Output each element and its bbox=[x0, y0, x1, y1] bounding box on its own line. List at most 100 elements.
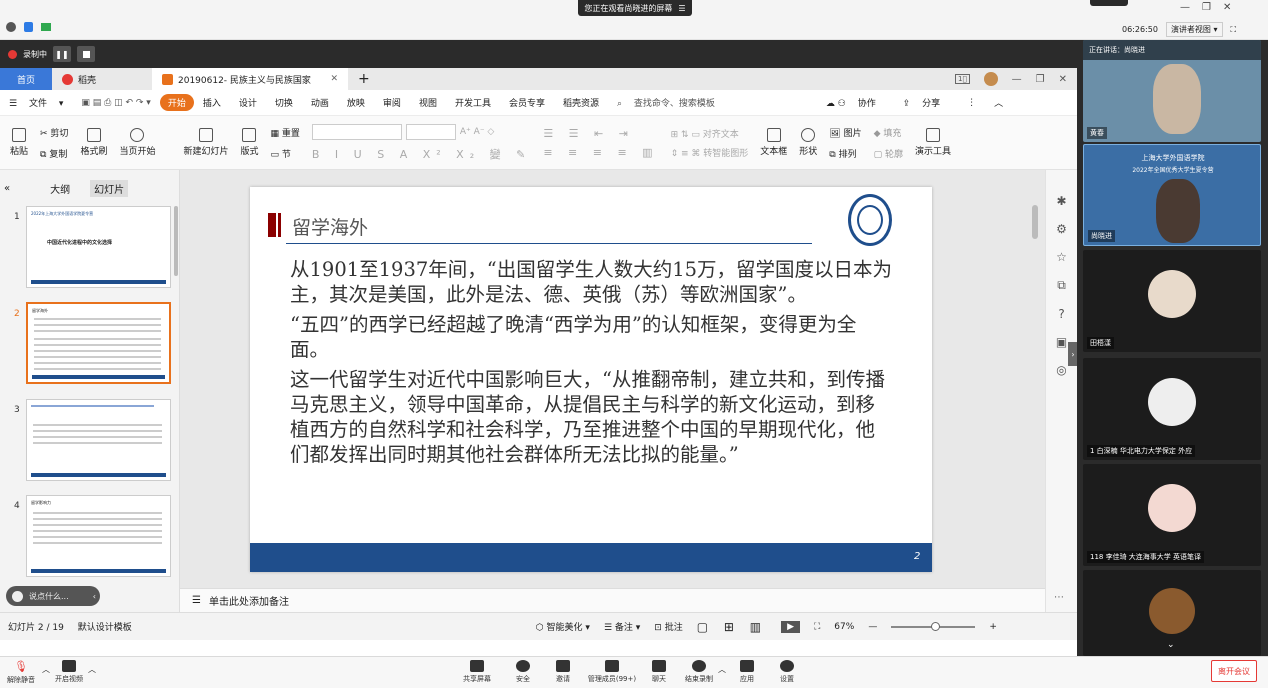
fullscreen-icon[interactable]: ⛶ bbox=[1231, 25, 1237, 35]
menu-developer[interactable]: 开发工具 bbox=[446, 96, 500, 109]
tab-docer[interactable]: 稻壳 bbox=[52, 68, 152, 90]
slide-thumb-2[interactable]: 留学海外 bbox=[26, 302, 171, 384]
info-icon[interactable] bbox=[6, 22, 16, 32]
font-style-buttons[interactable]: B I U S A X² X₂ 變 ✎ bbox=[312, 146, 531, 162]
more-icon[interactable]: ⋮ bbox=[958, 98, 985, 108]
menu-start[interactable]: 开始 bbox=[159, 94, 194, 111]
comment-input[interactable]: 说点什么... ‹ bbox=[6, 586, 100, 606]
video-tile-participant[interactable]: 118 李佳琦 大连海事大学 英语笔译 bbox=[1083, 464, 1261, 566]
shape-button[interactable]: 形状 bbox=[793, 128, 823, 157]
wps-restore-icon[interactable]: ❐ bbox=[1036, 74, 1045, 85]
slide-title[interactable]: 留学海外 bbox=[292, 213, 368, 240]
backup-icon[interactable]: ◎ bbox=[1056, 363, 1066, 377]
start-video-button[interactable]: 开启视频 bbox=[46, 660, 92, 684]
section-button[interactable]: ▭ 节 bbox=[271, 147, 291, 160]
menu-vip[interactable]: 会员专享 bbox=[500, 96, 554, 109]
beautify-button[interactable]: ⬡ 智能美化 ▾ bbox=[536, 620, 590, 633]
animation-icon[interactable]: ☆ bbox=[1056, 250, 1067, 264]
manage-members-button[interactable]: 管理成员(99+) bbox=[586, 660, 638, 684]
tab-outline[interactable]: 大纲 bbox=[50, 181, 70, 196]
zoom-out-button[interactable]: — bbox=[868, 622, 877, 632]
menu-view[interactable]: 视图 bbox=[410, 96, 446, 109]
collapse-pane-icon[interactable]: « bbox=[4, 183, 10, 194]
menu-slideshow[interactable]: 放映 bbox=[338, 96, 374, 109]
close-icon[interactable]: ✕ bbox=[1223, 2, 1231, 13]
video-tile-participant[interactable]: 田梧漾 bbox=[1083, 250, 1261, 352]
font-size-icons[interactable]: A⁺ A⁻ ◇ bbox=[460, 127, 494, 137]
format-painter-button[interactable]: 格式刷 bbox=[74, 128, 113, 157]
canvas-scrollbar[interactable] bbox=[1032, 205, 1038, 239]
slide-paragraph-1[interactable]: 从1901至1937年间，“出国留学生人数大约15万，留学国度以日本为主，其次是… bbox=[290, 257, 894, 307]
align-buttons[interactable]: ≡ ≡ ≡ ≡ ▥ bbox=[543, 146, 658, 159]
settings-button[interactable]: 设置 bbox=[764, 660, 810, 684]
layout-icon[interactable]: 1⃣ bbox=[954, 74, 970, 84]
video-options-icon[interactable]: ︿ bbox=[88, 664, 96, 675]
menu-review[interactable]: 审阅 bbox=[374, 96, 410, 109]
play-slideshow-button[interactable]: ▶ bbox=[781, 620, 800, 633]
notes-area[interactable]: ☰ 单击此处添加备注 bbox=[180, 588, 1045, 612]
view-mode-button[interactable]: 演讲者视图 ▾ bbox=[1165, 22, 1223, 37]
video-tile-participant[interactable]: 1 白深楠 华北电力大学保定 外应 bbox=[1083, 358, 1261, 460]
video-tile-host[interactable]: 上海大学外国语学院 2022年全国优秀大学生夏令营 尚晓进 bbox=[1083, 144, 1261, 246]
video-tile-participant[interactable]: ⌄ bbox=[1083, 570, 1261, 656]
tab-slides[interactable]: 幻灯片 bbox=[90, 180, 129, 197]
help-icon[interactable]: ? bbox=[1058, 307, 1064, 321]
close-tab-icon[interactable]: ✕ bbox=[330, 74, 338, 84]
search-command[interactable]: ⌕ 查找命令、搜索模板 bbox=[608, 96, 733, 109]
cut-button[interactable]: ✂ 剪切 bbox=[40, 126, 68, 139]
align-text-button[interactable]: ⊞ ⇅ ▭ 对齐文本 bbox=[671, 127, 739, 140]
new-slide-button[interactable]: 新建幻灯片 bbox=[177, 128, 234, 157]
menu-design[interactable]: 设计 bbox=[230, 96, 266, 109]
image-icon[interactable]: ▣ bbox=[1056, 335, 1067, 349]
slide-paragraph-2[interactable]: “五四”的西学已经超越了晚清“西学为用”的认知框架，变得更为全面。 bbox=[290, 312, 894, 362]
wps-close-icon[interactable]: ✕ bbox=[1059, 74, 1067, 85]
zoom-in-button[interactable]: + bbox=[989, 622, 997, 632]
menu-transition[interactable]: 切换 bbox=[266, 96, 302, 109]
menu-animation[interactable]: 动画 bbox=[302, 96, 338, 109]
paste-button[interactable]: 粘贴 bbox=[0, 128, 34, 157]
emoji-icon[interactable] bbox=[12, 590, 23, 602]
smart-art-button[interactable]: ⇕ ≡ ⌘ 转智能图形 bbox=[671, 146, 749, 159]
pause-record-button[interactable]: ❚❚ bbox=[53, 46, 71, 62]
notes-toggle[interactable]: ☰ 备注 ▾ bbox=[604, 620, 640, 633]
restore-icon[interactable]: ❐ bbox=[1202, 2, 1211, 13]
tab-home[interactable]: 首页 bbox=[0, 68, 52, 90]
slide-thumb-3[interactable] bbox=[26, 399, 171, 481]
stop-record-button[interactable] bbox=[77, 46, 95, 62]
tab-document[interactable]: 20190612- 民族主义与民族国家 ✕ bbox=[152, 68, 348, 90]
menu-insert[interactable]: 插入 bbox=[194, 96, 230, 109]
template-name[interactable]: 默认设计模板 bbox=[78, 620, 132, 633]
leave-meeting-button[interactable]: 离开会议 bbox=[1211, 660, 1257, 682]
transition-icon[interactable]: ⧉ bbox=[1057, 278, 1066, 293]
user-avatar[interactable] bbox=[983, 72, 998, 86]
zoom-level[interactable]: 67% bbox=[834, 622, 854, 632]
zoom-slider[interactable] bbox=[891, 621, 976, 631]
font-size-select[interactable] bbox=[405, 123, 456, 140]
layout-button[interactable]: 版式 bbox=[234, 128, 264, 157]
picture-button[interactable]: 🖼 图片 bbox=[829, 126, 861, 139]
collapse-ribbon-icon[interactable]: ︿ bbox=[985, 96, 1012, 109]
banner-menu-icon[interactable]: ☰ bbox=[678, 4, 685, 13]
play-from-current-button[interactable]: 当页开始 bbox=[113, 128, 161, 157]
outline-button[interactable]: ▢ 轮廓 bbox=[874, 147, 903, 160]
menu-docer[interactable]: 稻壳资源 bbox=[554, 96, 608, 109]
scroll-down-icon[interactable]: ⌄ bbox=[1167, 640, 1175, 650]
quick-access-icons[interactable]: ▣ ▤ ⎙ ◫ ↶ ↷ ▾ bbox=[72, 98, 159, 108]
tools-button[interactable]: 演示工具 bbox=[909, 128, 957, 157]
comment-collapse-icon[interactable]: ‹ bbox=[93, 592, 100, 601]
current-slide[interactable]: 留学海外 从1901至1937年间，“出国留学生人数大约15万，留学国度以日本为… bbox=[250, 187, 932, 572]
new-tab-button[interactable]: + bbox=[348, 71, 380, 87]
list-buttons[interactable]: ☰ ☰ ⇤ ⇥ bbox=[543, 127, 634, 140]
wps-minimize-icon[interactable]: — bbox=[1012, 74, 1022, 85]
font-family-select[interactable] bbox=[311, 123, 402, 140]
minimize-icon[interactable]: — bbox=[1180, 2, 1190, 13]
shield-icon[interactable] bbox=[24, 22, 33, 32]
slide-thumb-1[interactable]: 2022年上海大学外国语学院夏令营 中国近代化进程中的文化选择 bbox=[26, 206, 171, 288]
handle-bar[interactable] bbox=[1090, 0, 1128, 6]
view-buttons[interactable]: ▢ ⊞ ▥ bbox=[697, 620, 767, 634]
pane-scrollbar[interactable] bbox=[174, 206, 178, 276]
reset-button[interactable]: ▦ 重置 bbox=[271, 126, 300, 139]
fill-button[interactable]: ◆ 填充 bbox=[874, 126, 902, 139]
style-icon[interactable]: ✱ bbox=[1056, 194, 1066, 208]
comment-toggle[interactable]: ⊡ 批注 bbox=[654, 620, 682, 633]
